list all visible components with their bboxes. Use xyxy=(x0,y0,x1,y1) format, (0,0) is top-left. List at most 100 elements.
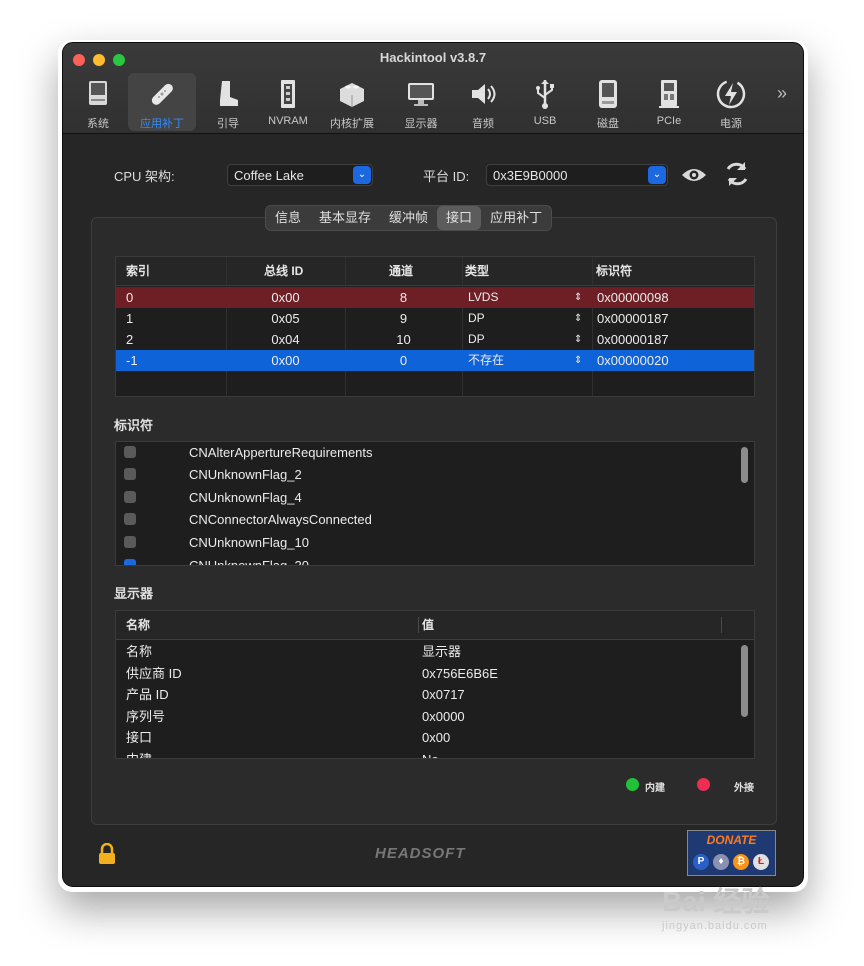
display-row[interactable]: 接口 0x00 xyxy=(116,727,754,748)
platform-select[interactable]: 0x3E9B0000 ⌄ xyxy=(486,164,668,186)
tab-patch[interactable]: 应用补丁 xyxy=(481,206,551,230)
column-header-value[interactable]: 值 xyxy=(422,611,434,639)
lego-brick-icon xyxy=(340,83,364,107)
cell-flags: 0x00000020 xyxy=(597,353,669,368)
flag-checkbox[interactable] xyxy=(124,513,136,525)
lock-icon[interactable] xyxy=(97,843,117,865)
cpu-select-value: Coffee Lake xyxy=(234,168,304,183)
ethereum-icon[interactable]: ♦ xyxy=(713,854,729,870)
flag-checkbox[interactable] xyxy=(124,446,136,458)
column-header-name[interactable]: 名称 xyxy=(126,611,150,639)
display-scrollbar[interactable] xyxy=(741,645,748,717)
flag-item[interactable]: CNAlterAppertureRequirements xyxy=(116,442,754,464)
cell-index: -1 xyxy=(126,353,138,368)
toolbar-displays[interactable]: 显示器 xyxy=(394,73,448,131)
cell-type-select[interactable]: DP xyxy=(468,308,485,329)
toolbar-overflow-button[interactable]: » xyxy=(777,83,787,104)
refresh-icon[interactable] xyxy=(723,160,751,188)
watermark-logo: Bai 经验 xyxy=(662,886,770,917)
display-value: 0x756E6B6E xyxy=(422,666,498,681)
cpu-select[interactable]: Coffee Lake ⌄ xyxy=(227,164,373,186)
toolbar-system[interactable]: 系统 xyxy=(71,73,125,131)
display-table: 名称 值 名称 显示器 供应商 ID 0x756E6B6E 产品 ID 0x07… xyxy=(115,610,755,759)
display-key: 名称 xyxy=(126,644,153,659)
flag-item[interactable]: CNConnectorAlwaysConnected xyxy=(116,509,754,531)
toolbar-boot[interactable]: 引导 xyxy=(201,73,255,131)
column-header-bus[interactable]: 总线 ID xyxy=(264,257,303,285)
cell-flags: 0x00000187 xyxy=(597,311,669,326)
cell-type-select[interactable]: LVDS xyxy=(468,287,498,308)
connector-row[interactable]: 2 0x04 10 DP ⇕ 0x00000187 xyxy=(116,329,754,350)
display-value: 0x0717 xyxy=(422,687,465,702)
cpu-label: CPU 架构: xyxy=(114,169,175,184)
toolbar-label: 磁盘 xyxy=(597,118,619,130)
flag-item[interactable]: CNUnknownFlag_10 xyxy=(116,532,754,554)
flag-checkbox[interactable] xyxy=(124,468,136,480)
eye-icon[interactable] xyxy=(680,165,708,185)
toolbar-label: 内核扩展 xyxy=(330,118,374,130)
display-row[interactable]: 序列号 0x0000 xyxy=(116,706,754,727)
disk-icon xyxy=(599,80,617,108)
display-row[interactable]: 名称 显示器 xyxy=(116,641,754,662)
cell-type-select[interactable]: DP xyxy=(468,329,485,350)
cell-flags: 0x00000187 xyxy=(597,332,669,347)
usb-icon xyxy=(536,80,554,109)
toolbar-pcie[interactable]: PCIe xyxy=(642,73,696,131)
flags-section-title: 标识符 xyxy=(114,418,154,433)
cell-pipe: 8 xyxy=(399,290,408,305)
cell-index: 2 xyxy=(126,332,134,347)
toolbar-usb[interactable]: USB xyxy=(518,73,572,131)
flag-item[interactable]: CNUnknownFlag_20 xyxy=(116,555,754,566)
connectors-table: 索引 总线 ID 通道 类型 标识符 0 0x00 8 LVDS ⇕ 0x000… xyxy=(115,256,755,397)
baidu-watermark: Bai 经验 jingyan.baidu.com xyxy=(662,880,769,932)
toolbar-nvram[interactable]: NVRAM xyxy=(261,73,315,131)
paypal-icon[interactable]: P xyxy=(693,854,709,870)
power-bolt-icon xyxy=(716,79,746,109)
display-row[interactable]: 内建 No xyxy=(116,749,754,758)
connector-row-selected[interactable]: -1 0x00 0 不存在 ⇕ 0x00000020 xyxy=(116,350,754,371)
flag-name: CNUnknownFlag_10 xyxy=(189,535,309,550)
bitcoin-icon[interactable]: ₿ xyxy=(733,854,749,870)
toolbar-label: 显示器 xyxy=(404,118,438,130)
cell-type-select[interactable]: 不存在 xyxy=(468,350,504,371)
display-row[interactable]: 产品 ID 0x0717 xyxy=(116,684,754,705)
flag-checkbox[interactable] xyxy=(124,491,136,503)
column-header-index[interactable]: 索引 xyxy=(126,257,150,285)
tab-info[interactable]: 信息 xyxy=(266,206,310,230)
connector-row[interactable]: 1 0x05 9 DP ⇕ 0x00000187 xyxy=(116,308,754,329)
computer-icon xyxy=(89,81,107,105)
display-value: 显示器 xyxy=(422,644,462,659)
column-header-flags[interactable]: 标识符 xyxy=(596,257,632,285)
platform-label: 平台 ID: xyxy=(423,169,470,184)
toolbar-audio[interactable]: 音频 xyxy=(456,73,510,131)
watermark-url: jingyan.baidu.com xyxy=(662,920,768,932)
flag-checkbox[interactable] xyxy=(124,536,136,548)
flags-scrollbar[interactable] xyxy=(741,447,748,483)
donate-button[interactable]: DONATE P ♦ ₿ Ł xyxy=(687,830,776,876)
column-header-type[interactable]: 类型 xyxy=(465,257,489,285)
flag-checkbox-checked[interactable] xyxy=(124,559,136,565)
flag-name: CNUnknownFlag_20 xyxy=(189,558,309,566)
display-row[interactable]: 供应商 ID 0x756E6B6E xyxy=(116,663,754,684)
display-value: 0x0000 xyxy=(422,709,465,724)
connector-row-builtin[interactable]: 0 0x00 8 LVDS ⇕ 0x00000098 xyxy=(116,287,754,308)
display-key: 序列号 xyxy=(126,709,166,724)
flag-name: CNUnknownFlag_4 xyxy=(189,490,302,505)
cell-index: 1 xyxy=(126,311,134,326)
toolbar-label: 应用补丁 xyxy=(140,118,184,130)
tab-connectors[interactable]: 接口 xyxy=(437,206,482,230)
column-header-pipe[interactable]: 通道 xyxy=(389,257,413,285)
toolbar-patch[interactable]: 应用补丁 xyxy=(128,73,196,131)
toolbar-power[interactable]: 电源 xyxy=(704,73,758,131)
tab-framebuffer[interactable]: 缓冲帧 xyxy=(380,206,437,230)
litecoin-icon[interactable]: Ł xyxy=(753,854,769,870)
toolbar-disks[interactable]: 磁盘 xyxy=(581,73,635,131)
cell-pipe: 0 xyxy=(399,353,408,368)
toolbar-kexts[interactable]: 内核扩展 xyxy=(325,73,379,131)
cell-bus: 0x04 xyxy=(271,332,300,347)
flag-item[interactable]: CNUnknownFlag_4 xyxy=(116,487,754,509)
tab-vram[interactable]: 基本显存 xyxy=(310,206,380,230)
cell-index: 0 xyxy=(126,290,134,305)
flag-item[interactable]: CNUnknownFlag_2 xyxy=(116,464,754,486)
monitor-icon xyxy=(408,83,434,106)
